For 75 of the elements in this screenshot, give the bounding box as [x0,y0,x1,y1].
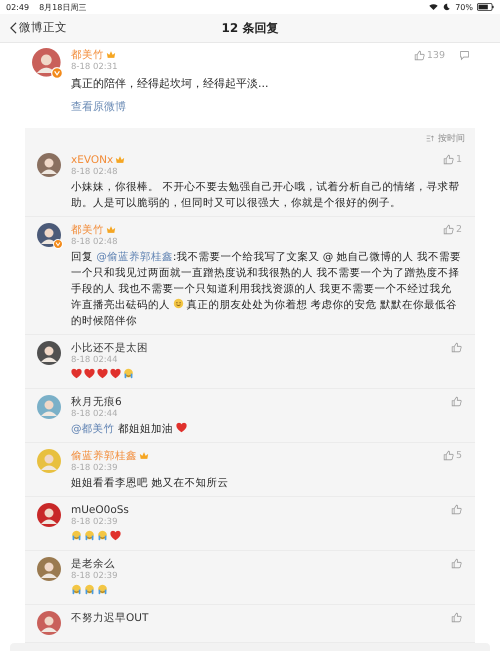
user-name[interactable]: 都美竹 [71,222,104,236]
heart-icon [176,422,188,433]
comment-text: 姐姐看看李恩吧 她又在不知所云 [71,476,230,491]
comment-text: @都美竹 都姐姐加油 [71,421,462,437]
timestamp: 8-18 02:44 [71,354,118,366]
crying-face-icon [123,368,134,379]
back-button[interactable]: 微博正文 [10,20,67,35]
status-date: 8月18日周三 [39,2,86,12]
heart-icon [110,530,121,541]
battery-percent: 70% [455,2,473,12]
crying-face-icon [97,530,108,541]
user-name[interactable]: xEVONx [71,154,114,166]
avatar[interactable] [37,611,63,637]
timestamp: 8-18 02:39 [71,516,118,528]
crown-icon [106,50,116,59]
thumbs-up-icon[interactable] [442,224,454,235]
crown-icon [115,155,126,164]
crown-icon [106,225,116,234]
back-icon [10,22,17,34]
page-title: 12 条回复 [222,20,278,36]
user-name[interactable]: 小比还不是太困 [71,340,148,354]
avatar[interactable] [37,341,63,367]
smiley-icon [173,298,184,309]
sort-icon [426,135,435,142]
avatar[interactable] [37,153,63,179]
wifi-icon [429,3,438,11]
comment-icon[interactable] [459,50,470,61]
thumbs-up-icon[interactable] [442,450,454,461]
like-count: 139 [426,50,445,61]
thumbs-up-icon[interactable] [451,396,462,407]
crying-face-icon [71,584,82,595]
user-name[interactable]: 秋月无痕6 [71,394,122,408]
user-name[interactable]: 不努力迟早OUT [71,610,148,624]
crying-face-icon [84,530,95,541]
user-name[interactable]: 偷蓝养郭桂鑫 [71,448,137,462]
post-text: 真正的陪伴，经得起坎坷，经得起平淡... [71,76,270,91]
thumbs-up-icon[interactable] [414,50,425,61]
heart-icon [97,368,108,379]
crying-face-icon [97,584,108,595]
clock-time: 02:49 [6,2,30,12]
crying-face-icon [84,584,95,595]
timestamp: 8-18 02:44 [71,408,118,420]
mention-link[interactable]: @偷蓝养郭桂鑫 [96,251,173,263]
user-name[interactable]: 都美竹 [71,48,104,62]
heart-icon [71,368,82,379]
crying-face-icon [71,530,82,541]
user-name[interactable]: 是老余么 [71,556,115,570]
heart-icon [84,368,95,379]
view-original-link[interactable]: 查看原微博 [71,99,406,114]
thumbs-up-icon[interactable] [451,612,462,623]
sort-by-time-button[interactable]: 按时间 [438,132,465,145]
heart-icon [110,368,121,379]
avatar[interactable] [37,503,63,529]
thumbs-up-icon[interactable] [451,342,462,353]
user-name[interactable]: mUeO0oSs [71,504,129,516]
crown-icon [139,451,149,460]
avatar[interactable] [37,557,63,583]
thumbs-up-icon[interactable] [451,558,462,569]
timestamp: 8-18 02:48 [71,166,118,178]
like-count: 2 [456,224,462,235]
avatar[interactable] [32,48,63,79]
timestamp: 8-18 02:31 [71,61,118,73]
comment-text: 回复 @偷蓝养郭桂鑫:我不需要一个给我写了文案又 @ 她自己微博的人 我不需要一个只和我见过两面就一直蹭热度说和我很熟的人 我不需要一个为了蹭热度不择手段的人 我也不需要一个只知道利用我找资源的人 我更不需要一个不经过我允许直播亮出砝码的人 真正的朋友处处为你着想 考虑你的安危 默默在你最低谷的时候陪伴你 [71,250,462,329]
like-count: 1 [456,154,462,165]
timestamp: 8-18 02:48 [71,236,118,248]
mention-link[interactable]: @都美竹 [71,423,114,435]
timestamp: 8-18 02:39 [71,462,118,474]
comment-text: 小妹妹，你很棒。 不开心不要去勉强自己开心哦，试着分析自己的情绪，寻求帮助。人是可以脆弱的，但同时又可以很强大，你就是个很好的例子。 [71,180,460,211]
timestamp: 8-18 02:39 [71,570,118,582]
moon-icon [442,3,452,11]
battery-icon [477,3,494,11]
avatar[interactable] [37,223,63,249]
thumbs-up-icon[interactable] [442,154,454,165]
like-count: 5 [456,450,462,461]
thumbs-up-icon[interactable] [451,504,462,515]
